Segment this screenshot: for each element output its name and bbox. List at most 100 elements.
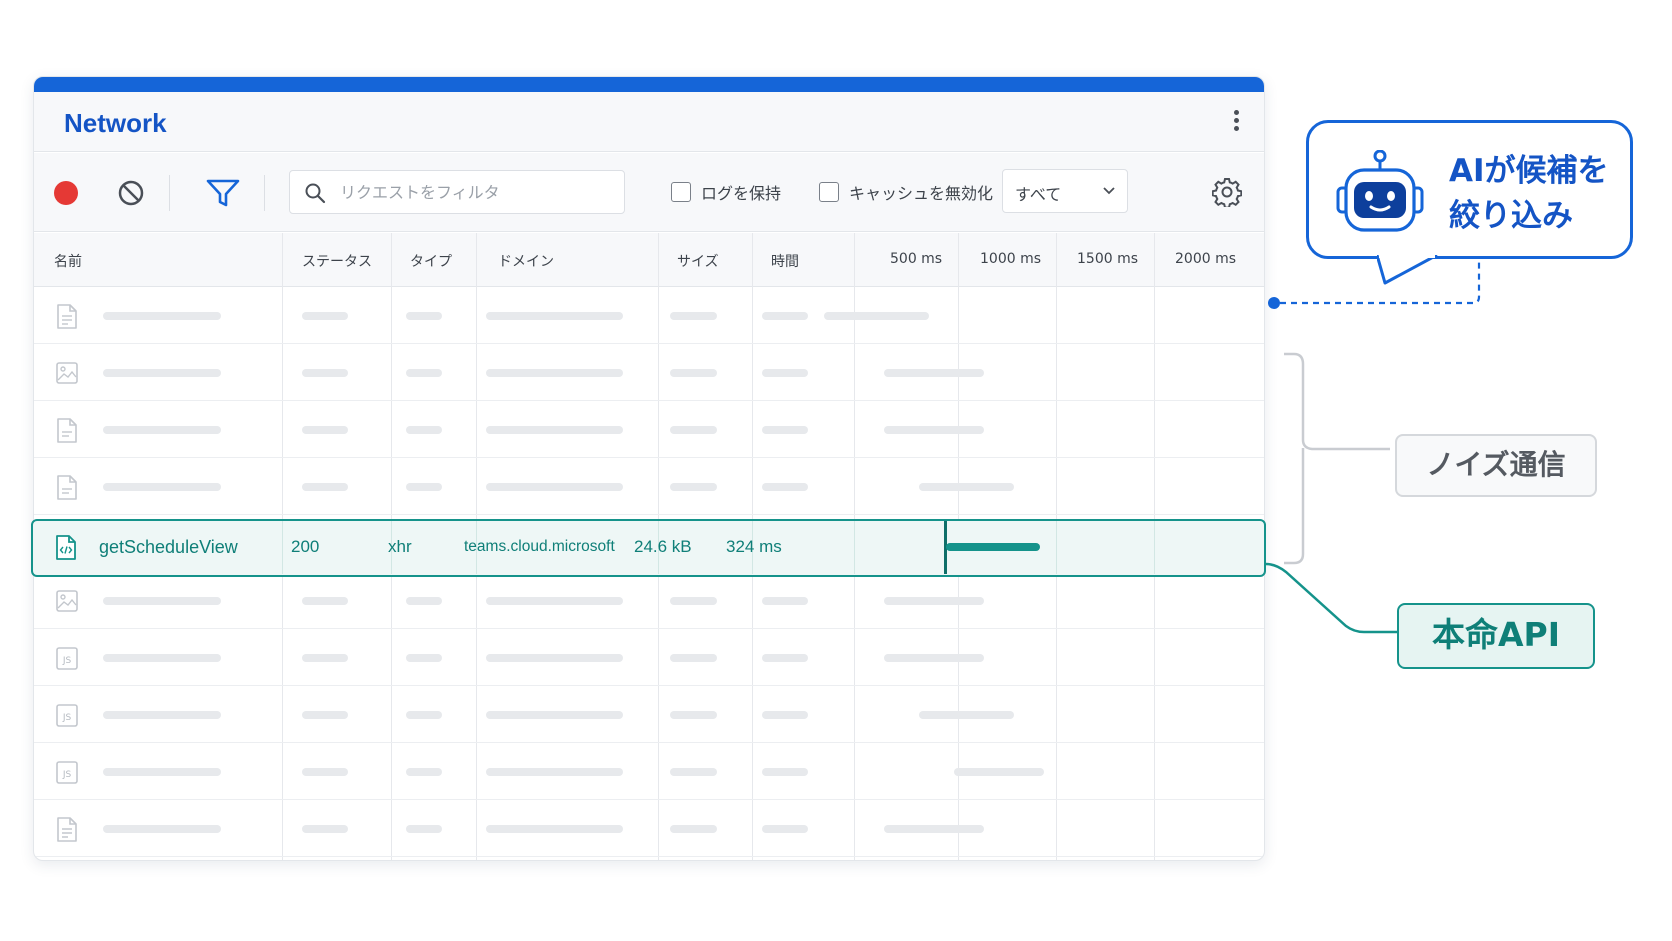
table-row[interactable]: JS [34,743,1264,800]
redacted-cell [302,369,348,377]
table-row[interactable] [34,458,1264,515]
redacted-cell [406,483,442,491]
waterfall-bar [824,312,929,320]
redacted-cell [762,369,808,377]
redacted-cell [486,483,623,491]
redacted-cell [762,426,808,434]
request-name[interactable]: getScheduleView [99,537,238,558]
toolbar-divider [169,175,170,211]
redacted-cell [486,312,623,320]
table-row[interactable] [34,800,1264,857]
code-file-icon [56,535,76,560]
column-header-size[interactable]: サイズ [677,251,719,271]
table-row[interactable] [34,344,1264,401]
waterfall-bar [884,654,984,662]
timeline-tick-1500: 1500 ms [1077,251,1139,267]
more-options-icon[interactable] [1230,107,1242,139]
column-header-domain[interactable]: ドメイン [498,251,554,271]
redacted-cell [406,312,442,320]
redacted-cell [762,711,808,719]
highlighted-request-row[interactable]: getScheduleView 200 xhr teams.cloud.micr… [31,519,1266,577]
title-bar: Network [34,92,1264,152]
text-icon [57,475,77,500]
ai-callout-text: AIが候補を 絞り込み [1449,149,1609,239]
redacted-cell [302,426,348,434]
timeline-tick-1000: 1000 ms [980,251,1042,267]
redacted-cell [670,825,717,833]
redacted-cell [406,369,442,377]
redacted-cell [406,426,442,434]
redacted-cell [486,369,623,377]
timeline-tick-500: 500 ms [890,251,943,267]
redacted-cell [103,711,221,719]
redacted-cell [302,312,348,320]
panel-title: Network [64,108,167,138]
svg-text:JS: JS [62,656,72,666]
redacted-cell [486,768,623,776]
column-header-name[interactable]: 名前 [54,251,82,271]
redacted-cell [762,597,808,605]
column-header-time[interactable]: 時間 [771,251,799,271]
target-api-label: 本命API [1397,603,1595,669]
gear-icon[interactable] [1212,177,1242,207]
table-row[interactable] [34,401,1264,458]
redacted-cell [670,369,717,377]
filter-icon[interactable] [206,178,240,208]
request-size: 24.6 kB [634,537,692,556]
redacted-cell [762,312,808,320]
bracket-connectors [1265,352,1398,634]
column-header-status[interactable]: ステータス [302,251,372,271]
disable-cache-checkbox[interactable]: キャッシュを無効化 [819,179,993,205]
waterfall-bar [919,711,1014,719]
redacted-cell [103,597,221,605]
redacted-cell [103,312,221,320]
redacted-cell [302,768,348,776]
timeline-tick-2000: 2000 ms [1175,251,1237,267]
redacted-cell [486,654,623,662]
redacted-cell [406,597,442,605]
column-header-type[interactable]: タイプ [410,251,452,271]
waterfall-bar [954,768,1044,776]
table-row[interactable] [34,572,1264,629]
column-divider [282,521,283,574]
redacted-cell [302,483,348,491]
redacted-cell [406,711,442,719]
table-row[interactable]: JS [34,629,1264,686]
redacted-cell [406,768,442,776]
ai-callout-line1: AIが候補を [1449,153,1609,189]
redacted-cell [103,654,221,662]
waterfall-bar [884,369,984,377]
column-divider [1154,521,1155,574]
window-accent-bar [34,77,1264,92]
table-row[interactable] [34,287,1264,344]
filter-search-box[interactable] [289,170,625,214]
checkbox-box[interactable] [819,182,839,202]
svg-text:JS: JS [62,770,72,780]
redacted-cell [302,597,348,605]
preserve-log-checkbox[interactable]: ログを保持 [671,179,781,205]
record-icon[interactable] [54,181,78,205]
js-file-icon: JS [56,704,78,727]
document-icon [57,817,77,842]
redacted-cell [670,768,717,776]
redacted-cell [486,597,623,605]
redacted-cell [670,711,717,719]
filter-input[interactable] [340,179,610,205]
js-file-icon: JS [56,761,78,784]
clear-icon[interactable] [117,179,145,207]
redacted-cell [302,711,348,719]
redacted-cell [103,768,221,776]
redacted-cell [103,825,221,833]
toolbar-divider [264,175,265,211]
request-domain: teams.cloud.microsoft [464,538,615,555]
column-divider [854,521,855,574]
redacted-cell [670,597,717,605]
type-filter-select[interactable]: すべて [1002,169,1128,213]
redacted-cell [486,825,623,833]
redacted-cell [103,369,221,377]
redacted-cell [670,312,717,320]
checkbox-box[interactable] [671,182,691,202]
table-row[interactable]: JS [34,686,1264,743]
redacted-cell [302,654,348,662]
request-status: 200 [291,537,320,556]
